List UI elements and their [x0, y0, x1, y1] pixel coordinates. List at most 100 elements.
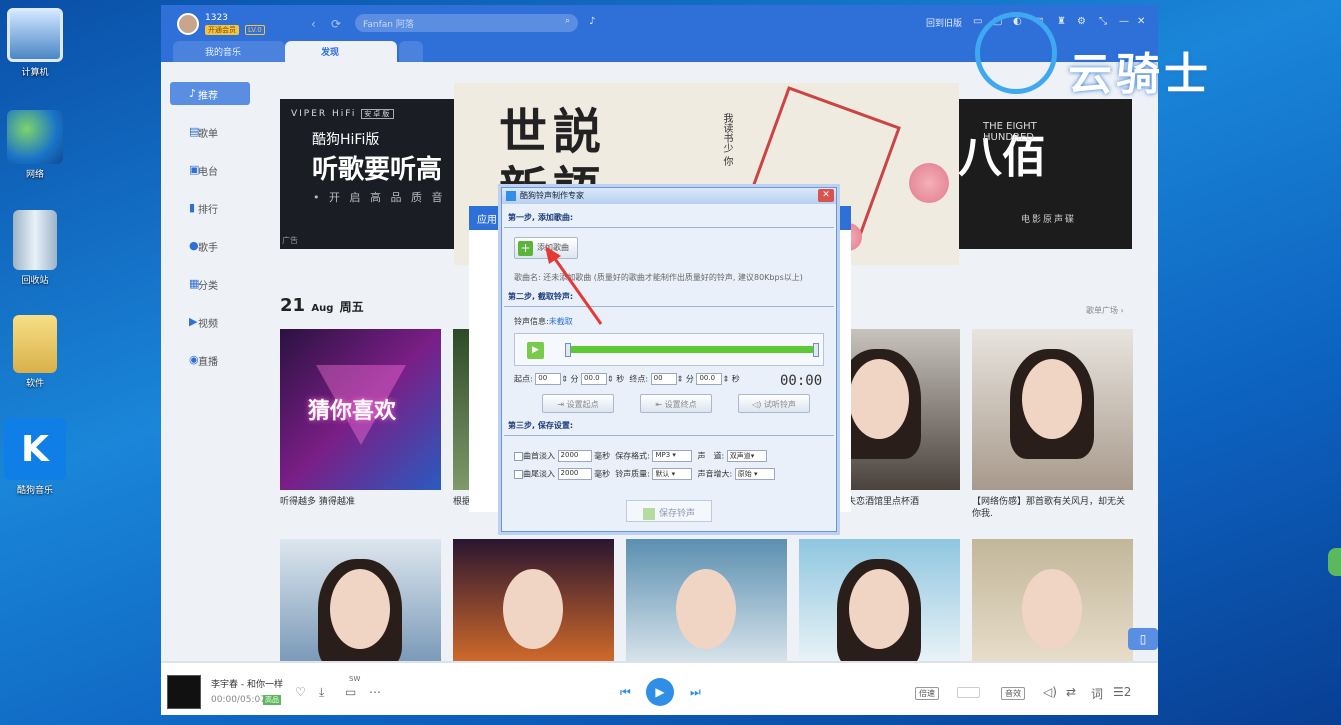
spin-icon[interactable]: ⇕ — [677, 375, 684, 384]
download-icon[interactable]: ⤓ — [319, 685, 324, 700]
set-end-button[interactable]: ⇤ 设置终点 — [640, 394, 712, 413]
playlist-card[interactable] — [280, 539, 441, 662]
spin-icon[interactable]: ⇕ — [607, 375, 614, 384]
playlist-card[interactable] — [799, 539, 960, 662]
channel-select[interactable]: 双声道▾ — [726, 450, 767, 462]
format-select[interactable]: MP3 ▾ — [652, 450, 693, 462]
edge-widget[interactable] — [1328, 548, 1341, 576]
refresh-icon[interactable]: ⟳ — [331, 17, 341, 31]
shirt-icon[interactable]: ♜ — [1057, 16, 1066, 27]
sidebar-item-singer[interactable]: ● 歌手 — [170, 234, 250, 257]
desktop-icon-network[interactable]: 网络 — [4, 110, 66, 180]
back-icon[interactable]: ‹ — [311, 17, 316, 31]
speed-button[interactable]: 倍速 — [915, 687, 939, 700]
tab-discover[interactable]: 发现 — [285, 41, 397, 62]
sidebar-item-rank[interactable]: ▮ 排行 — [170, 196, 250, 219]
set-start-button[interactable]: ⇥ 设置起点 — [542, 394, 614, 413]
level-badge: LV.0 — [245, 25, 265, 35]
desktop-icon-computer[interactable]: 计算机 — [4, 8, 66, 78]
play-button[interactable]: ▶ — [646, 678, 674, 706]
desktop-icon-kugou[interactable]: K 酷狗音乐 — [4, 418, 66, 496]
sound-effect-button[interactable]: 音效 — [1001, 687, 1025, 700]
search-input[interactable]: Fanfan 阿落 ⌕ — [355, 14, 578, 32]
tab-extra[interactable] — [399, 41, 423, 62]
sidebar-item-radio[interactable]: ▣ 电台 — [170, 158, 250, 181]
play-icon[interactable]: ▶ — [527, 342, 544, 359]
close-button[interactable]: ✕ — [818, 189, 834, 202]
desktop-icon-recycle-bin[interactable]: 回收站 — [4, 210, 66, 286]
quality-button[interactable] — [957, 687, 981, 698]
spin-icon[interactable]: ⇕ — [561, 375, 568, 384]
preview-button[interactable]: ◁) 试听铃声 — [738, 394, 810, 413]
sidebar-item-playlist[interactable]: ▤ 歌单 — [170, 120, 250, 143]
sidebar-item-recommend[interactable]: ♪ 推荐 — [170, 82, 250, 105]
sidebar-item-label: 排行 — [198, 205, 218, 216]
clip-range-bar[interactable] — [567, 346, 817, 353]
playlist-square-link[interactable]: 歌单广场 › — [1086, 305, 1124, 316]
card-caption[interactable]: 【网络伤感】那首歌有关风月，却无关你我. — [972, 496, 1133, 520]
start-handle[interactable] — [565, 343, 571, 357]
previous-icon[interactable]: ⏮ — [620, 685, 631, 700]
avatar[interactable] — [177, 13, 199, 35]
sidebar-item-label: 分类 — [198, 281, 218, 292]
more-icon[interactable]: ⋯ — [369, 685, 381, 699]
voice-search-icon[interactable]: ♪ — [589, 16, 595, 27]
volume-icon[interactable]: ◁) — [1043, 685, 1057, 699]
queue-button[interactable]: ☰2 — [1113, 685, 1131, 699]
settings-icon[interactable]: ⚙ — [1077, 16, 1086, 27]
progress-track[interactable] — [161, 661, 1158, 663]
gain-select[interactable]: 原始 ▾ — [734, 468, 775, 480]
playlist-card[interactable] — [972, 329, 1133, 490]
end-sec-input[interactable]: 00.0 — [696, 373, 723, 385]
quality-select[interactable]: 默认 ▾ — [652, 468, 693, 480]
add-song-button[interactable]: + 添加歌曲 — [514, 237, 578, 259]
singer-icon: ● — [189, 239, 199, 252]
tab-my-music[interactable]: 我的音乐 — [173, 41, 285, 62]
quality-label: 铃声质量: — [615, 469, 650, 479]
sidebar-item-live[interactable]: ◉ 直播 — [170, 348, 250, 371]
card-caption[interactable]: 听得越多 猜得越准 — [280, 496, 441, 508]
playlist-card[interactable] — [453, 539, 614, 662]
start-min-input[interactable]: 00 — [535, 373, 562, 385]
screen-icon[interactable]: ▭ — [973, 16, 982, 27]
search-icon[interactable]: ⌕ — [565, 16, 570, 26]
heart-icon[interactable]: ♡ — [295, 685, 306, 699]
sidebar-item-category[interactable]: ▦ 分类 — [170, 272, 250, 295]
playlist-card[interactable]: 猜你喜欢 — [280, 329, 441, 490]
fade-in-input[interactable]: 2000 — [557, 450, 592, 462]
minimize-icon[interactable]: — — [1119, 16, 1129, 27]
lyric-button[interactable]: 词 — [1091, 685, 1103, 702]
close-icon[interactable]: ✕ — [1137, 16, 1145, 27]
playlist-card[interactable] — [972, 539, 1133, 662]
back-old-version-link[interactable]: 回到旧版 — [926, 16, 962, 29]
fade-in-checkbox[interactable] — [514, 451, 523, 461]
vip-badge[interactable]: 开通会员 — [205, 25, 239, 35]
photo-face — [1022, 569, 1082, 649]
spin-icon[interactable]: ⇕ — [722, 375, 729, 384]
desktop-icon-software[interactable]: 软件 — [4, 315, 66, 389]
save-ringtone-button[interactable]: 保存铃声 — [626, 500, 712, 522]
watermark-logo — [975, 12, 1057, 94]
desktop-icon-label: 酷狗音乐 — [16, 486, 53, 496]
start-sec-input[interactable]: 00.0 — [581, 373, 608, 385]
flower-decoration — [909, 163, 949, 203]
loop-icon[interactable]: ⇄ — [1066, 685, 1076, 699]
dialog-title-bar[interactable]: 酷狗铃声制作专家 ✕ — [502, 188, 836, 204]
phone-icon[interactable]: ▯ — [1128, 628, 1158, 650]
album-cover[interactable] — [167, 675, 201, 709]
minimize-mode-icon[interactable]: ⤡ — [1099, 16, 1107, 27]
fade-out-checkbox[interactable] — [514, 469, 523, 479]
recycle-bin-icon — [13, 210, 57, 270]
now-playing-title[interactable]: 李宇春 - 和你一样 — [211, 677, 283, 690]
playlist-card[interactable] — [626, 539, 787, 662]
sidebar-item-video[interactable]: ▶ 视频 — [170, 310, 250, 333]
end-min-input[interactable]: 00 — [650, 373, 677, 385]
comment-icon[interactable]: ▭ SW — [345, 675, 360, 699]
banner-right[interactable]: 八佰 THE EIGHT HUNDRED 电影原声碟 — [958, 99, 1132, 249]
end-handle[interactable] — [813, 343, 819, 357]
banner-left[interactable]: VIPER HiFi 安卓版 酷狗HiFi版 听歌要听高 • 开 启 高 品 质… — [280, 99, 465, 249]
card-caption[interactable]: 失恋酒馆里点杯酒 — [847, 496, 960, 508]
fade-out-input[interactable]: 2000 — [557, 468, 592, 480]
username[interactable]: 1323 — [205, 13, 228, 23]
next-icon[interactable]: ⏭ — [690, 685, 701, 700]
